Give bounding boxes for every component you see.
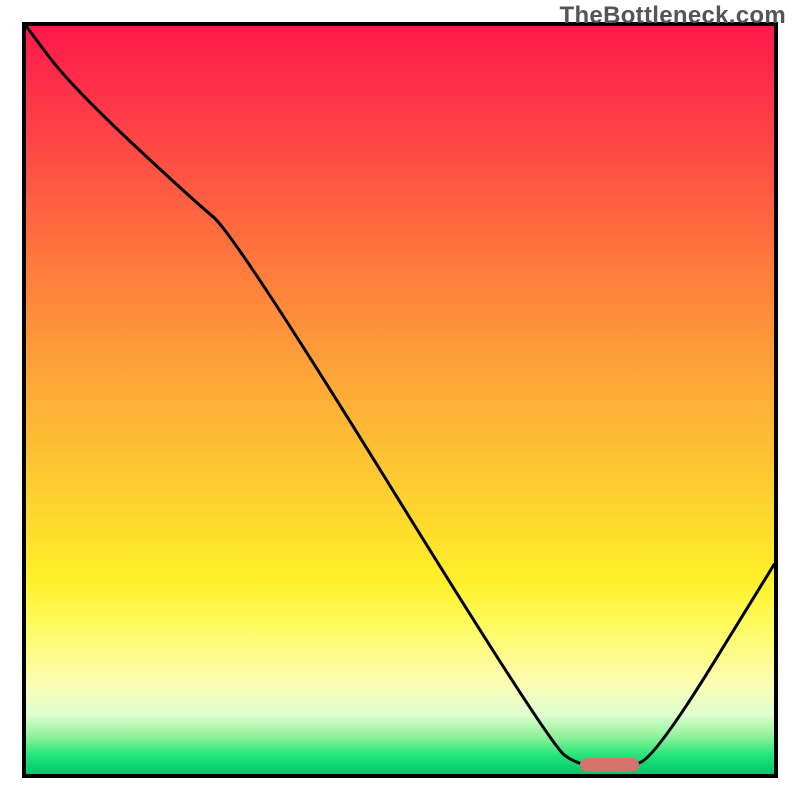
chart-frame: TheBottleneck.com (0, 0, 800, 800)
watermark-text: TheBottleneck.com (560, 2, 786, 30)
line-curve (26, 26, 774, 774)
optimum-marker (580, 758, 640, 772)
